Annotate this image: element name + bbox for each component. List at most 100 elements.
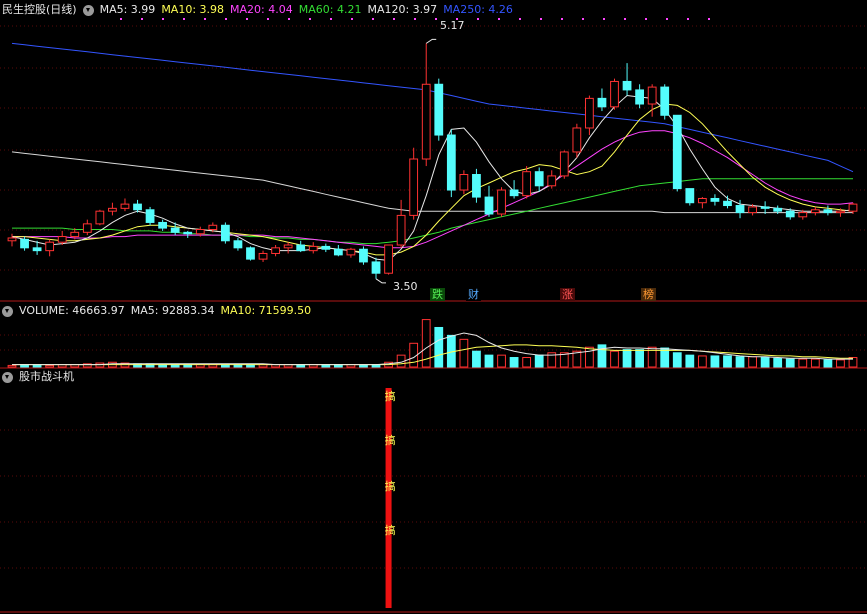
volume-panel-toggle-icon[interactable] [2,305,13,317]
indicator-ma10: MA10: 3.98 [161,3,225,16]
signal-label: 搞 [385,433,396,447]
candle [359,248,368,263]
candle [522,171,532,197]
volume-bar [610,350,619,368]
candle [434,83,444,136]
indicator-ma120: MA120: 3.97 [367,3,438,16]
price-panel-toggle-icon[interactable] [82,4,94,16]
candle [133,203,142,211]
candle [346,248,356,256]
candle [848,203,858,212]
top-dot [624,18,626,20]
volume-bar [823,359,833,368]
vol-indicator-volume: VOLUME: 46663.97 [19,304,125,317]
signal-label: 搞 [385,389,396,403]
volume-bar [760,357,770,368]
top-dot [183,18,185,20]
candle [823,209,833,214]
volume-bar [459,338,469,368]
candle [296,244,306,252]
low-pointer [375,278,387,284]
volume-bar [685,354,695,368]
candle [597,97,607,108]
event-badge-finance[interactable]: 财 [466,288,481,301]
signal-label: 搞 [385,479,396,493]
top-dot [330,18,332,20]
candle [748,206,757,214]
candle [647,86,657,105]
top-dot [414,18,416,20]
volume-bar [484,354,494,368]
candle [7,237,17,242]
ma10-line [12,103,854,256]
volume-bar [735,356,745,368]
indicator-ma5: MA5: 3.99 [99,3,156,16]
volume-bar [7,364,17,368]
volume-bar [697,355,707,368]
candle [773,207,783,212]
price-indicators: MA5: 3.99 MA10: 3.98 MA20: 4.04 MA60: 4.21 M… [100,2,513,18]
volume-bar [773,357,783,368]
volume-indicators: VOLUME: 46663.97 MA5: 92883.34 MA10: 71599… [19,303,311,319]
volume-bar [672,352,682,368]
candle [220,224,230,242]
top-dot [666,18,668,20]
candle [333,248,343,256]
candle [120,203,130,209]
ma5-line [11,94,854,262]
event-badge-list[interactable]: 榜 [641,288,656,301]
top-dot [645,18,647,20]
candle [547,175,557,187]
candle [208,224,218,231]
candle [258,252,268,260]
candle [497,189,506,215]
candle [622,80,632,91]
vol-indicator-ma10: MA10: 71599.50 [220,304,312,317]
candle [321,245,331,250]
event-badge-drop[interactable]: 跌 [430,288,445,301]
high-pointer [425,38,437,44]
volume-bar [434,326,444,368]
volume-bar [497,354,506,368]
candle [57,236,67,243]
candle [798,212,808,218]
candle [459,174,469,191]
candle [509,189,519,197]
custom-panel-toggle-icon[interactable] [2,371,13,383]
volume-bar [509,357,519,368]
chart-stage: 搞搞搞搞 民生控股(日线) MA5: 3.99 MA10: 3.98 MA20: 4… [0,0,867,614]
signal-bar [385,388,392,608]
volume-bar [635,349,645,368]
candle [20,238,29,249]
top-dot [204,18,206,20]
top-dot [477,18,479,20]
event-badge-rise[interactable]: 涨 [560,288,575,301]
volume-bar [810,358,820,368]
top-dot [267,18,269,20]
candle [271,247,280,254]
candle [32,247,42,252]
vol-indicator-ma5: MA5: 92883.34 [130,304,215,317]
candle [145,209,155,223]
volume-bar [710,355,720,368]
candle [660,86,670,116]
candle [710,197,720,202]
candle [158,221,168,229]
candle [108,207,117,212]
top-dot [351,18,353,20]
candle [195,229,205,235]
custom-panel-header: 股市战斗机 [2,369,74,385]
candle [585,97,594,129]
top-dot [687,18,689,20]
candle [246,247,255,260]
candle [384,244,393,274]
candle [371,261,381,274]
candle [283,244,293,249]
top-dot [141,18,143,20]
candle [534,171,544,187]
candle [396,214,406,246]
volume-bar [622,349,632,368]
low-price-marker: 3.50 [393,280,418,293]
candle [421,83,431,160]
candle [760,206,770,209]
